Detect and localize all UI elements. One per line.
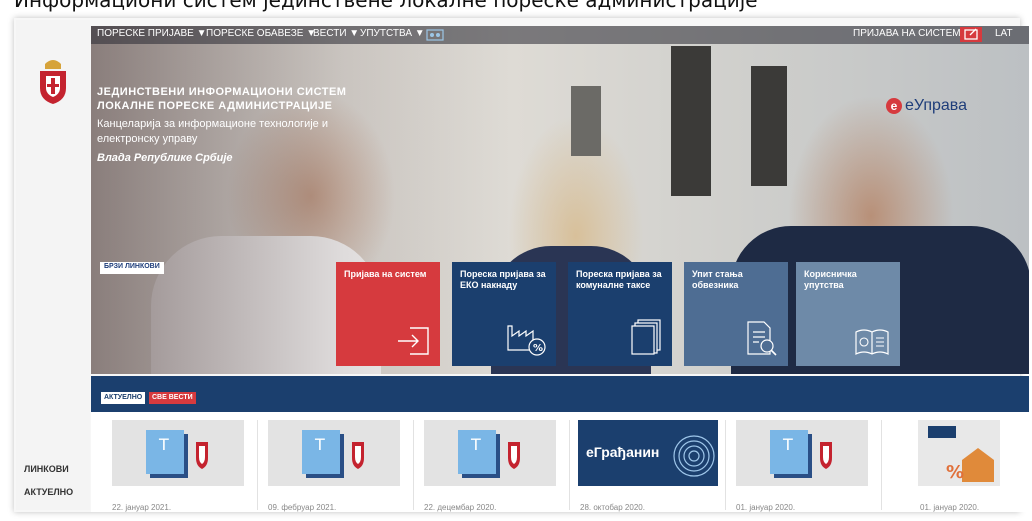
egradjanin-label: еГрађанин (586, 444, 660, 460)
divider (257, 420, 258, 510)
tile-status-query[interactable]: Упит стања обвезника (684, 262, 788, 366)
tile-eco-fee[interactable]: Пореска пријава за ЕКО накнаду % (452, 262, 556, 366)
serbian-crest-icon (40, 60, 66, 104)
news-card-4[interactable]: еГрађанин (578, 420, 718, 486)
language-switch[interactable]: LAT (995, 28, 1013, 39)
tile-user-manuals[interactable]: Корисничка упутства (796, 262, 900, 366)
news-date-1: 22. јануар 2021. (112, 503, 172, 512)
documents-icon (631, 319, 661, 355)
svg-text:%: % (946, 462, 964, 483)
tile-login[interactable]: Пријава на систем (336, 262, 440, 366)
nav-instructions[interactable]: УПУТСТВА ▼ (360, 28, 425, 39)
sidebar: ЛИНКОВИ АКТУЕЛНО (16, 20, 90, 510)
sidebar-link-current[interactable]: АКТУЕЛНО (24, 487, 73, 497)
page-caption: Информациони систем јединствене локалне … (14, 0, 758, 12)
news-date-2: 09. фебруар 2021. (268, 503, 337, 512)
divider (881, 420, 882, 510)
euprava-logo-text: еУправа (905, 97, 968, 114)
fingerprint-icon (673, 435, 715, 477)
news-card-2[interactable]: T (268, 420, 400, 486)
news-card-6[interactable]: % (918, 420, 1000, 486)
document-crest-icon: T (458, 430, 520, 478)
svg-text:T: T (314, 435, 325, 454)
accessibility-icon[interactable] (426, 29, 444, 41)
tile-eco-fee-label-2: ЕКО накнаду (460, 280, 518, 290)
news-band (91, 376, 1029, 412)
tile-login-label: Пријава на систем (344, 269, 427, 279)
tab-current[interactable]: АКТУЕЛНО (101, 392, 146, 404)
document-crest-icon: T (146, 430, 208, 478)
divider (569, 420, 570, 510)
divider (413, 420, 414, 510)
hero-subtitle-line1: Канцеларија за информационе технологије … (97, 118, 328, 130)
tile-municipal-fees[interactable]: Пореска пријава за комуналне таксе (568, 262, 672, 366)
tab-all-news[interactable]: СВЕ ВЕСТИ (149, 392, 196, 404)
hero-title-line2: ЛОКАЛНЕ ПОРЕСКЕ АДМИНИСТРАЦИЈЕ (97, 100, 333, 112)
quick-links-label: БРЗИ ЛИНКОВИ (100, 262, 164, 274)
news-date-3: 22. децембар 2020. (424, 503, 497, 512)
manual-book-icon (855, 329, 889, 355)
factory-percent-icon: % (507, 325, 546, 356)
nav-tax-obligations[interactable]: ПОРЕСКЕ ОБАВЕЗЕ ▼ (206, 28, 316, 39)
tile-user-manuals-label-1: Корисничка (804, 269, 857, 279)
news-card-3[interactable]: T (424, 420, 556, 486)
login-button[interactable] (960, 27, 982, 42)
house-percent-icon: % (928, 426, 994, 483)
nav-news[interactable]: ВЕСТИ ▼ (313, 28, 359, 39)
document-crest-icon: T (302, 430, 364, 478)
euprava-logo[interactable]: e еУправа (886, 97, 967, 115)
login-icon (964, 28, 978, 40)
document-crest-icon: T (770, 430, 832, 478)
tile-status-query-label-2: обвезника (692, 280, 739, 290)
tile-status-query-label-1: Упит стања (692, 269, 743, 279)
svg-text:%: % (533, 343, 543, 354)
hero-government: Влада Републике Србије (97, 152, 233, 164)
hero-subtitle-line2: електронску управу (97, 133, 198, 145)
tile-eco-fee-label-1: Пореска пријава за (460, 269, 546, 279)
svg-text:T: T (782, 435, 793, 454)
tile-user-manuals-label-2: упутства (804, 280, 844, 290)
news-card-1[interactable]: T (112, 420, 244, 486)
document-search-icon (747, 321, 777, 356)
tile-municipal-fees-label-2: комуналне таксе (576, 280, 651, 290)
hero-title-line1: ЈЕДИНСТВЕНИ ИНФОРМАЦИОНИ СИСТЕМ (97, 86, 347, 98)
news-card-5[interactable]: T (736, 420, 868, 486)
svg-text:T: T (158, 435, 169, 454)
news-date-4: 28. октобар 2020. (580, 503, 645, 512)
login-link[interactable]: ПРИЈАВА НА СИСТЕМ (853, 28, 961, 39)
news-date-5: 01. јануар 2020. (736, 503, 796, 512)
tile-municipal-fees-label-1: Пореска пријава за (576, 269, 662, 279)
sidebar-link-links[interactable]: ЛИНКОВИ (24, 464, 69, 474)
divider (725, 420, 726, 510)
news-date-6: 01. јануар 2020. (920, 503, 980, 512)
nav-tax-returns[interactable]: ПОРЕСКЕ ПРИЈАВЕ ▼ (97, 28, 207, 39)
login-arrow-icon (398, 327, 429, 355)
svg-text:T: T (470, 435, 481, 454)
euprava-e-icon: e (886, 98, 902, 114)
